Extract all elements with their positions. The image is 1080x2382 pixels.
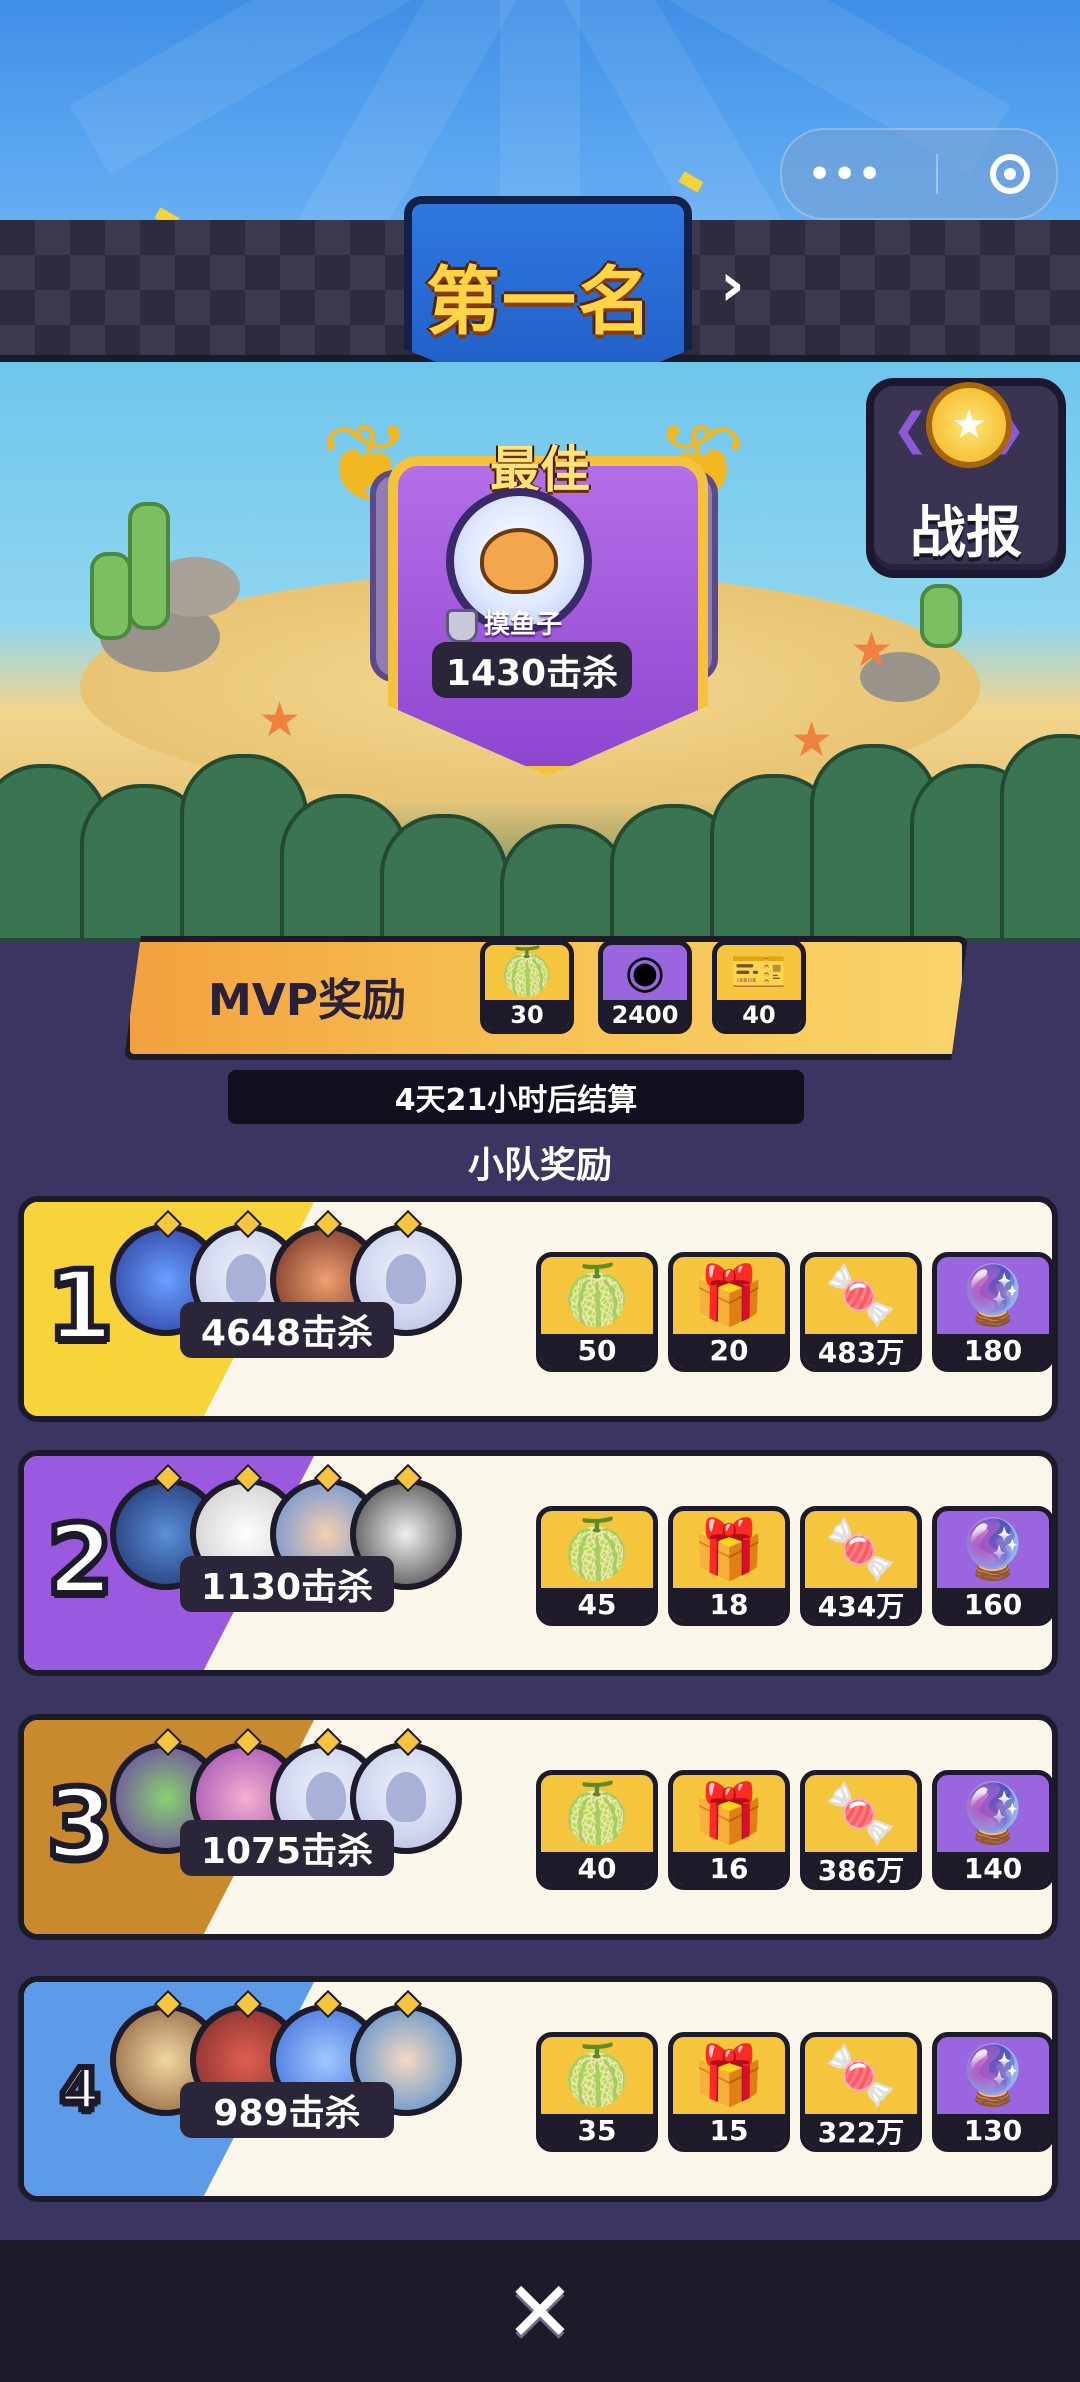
reward-count: 45 [541,1588,653,1621]
cat-capsule-icon: 🔮 [956,2041,1030,2109]
ribbon-tail-icon: › [720,250,745,320]
reward-count: 140 [937,1852,1049,1885]
gold-candy-icon: 🍬 [824,1515,898,1583]
team-reward-item[interactable]: 🍈 45 [536,1506,658,1626]
durian-fruit-icon: 🍈 [560,2041,634,2109]
reward-count: 50 [541,1334,653,1367]
durian-fruit-icon: 🍈 [560,1261,634,1329]
shield-icon [446,608,478,643]
mvp-reward-label: MVP奖励 [208,975,407,1026]
reward-count: 15 [673,2114,785,2147]
team-reward-item[interactable]: 🔮 160 [932,1506,1052,1626]
team-reward-item[interactable]: 🍈 40 [536,1770,658,1890]
settlement-timer: 4天21小时后结算 [228,1070,804,1124]
reward-count: 434万 [805,1588,917,1621]
reward-count: 180 [937,1334,1049,1367]
team-reward-item[interactable]: 🎁 18 [668,1506,790,1626]
gold-candy-icon: 🍬 [824,1779,898,1847]
team-reward-item[interactable]: 🎁 20 [668,1252,790,1372]
capsule-divider [935,154,938,194]
cactus [920,584,962,648]
team-reward-item[interactable]: 🔮 180 [932,1252,1052,1372]
team-reward-item[interactable]: 🔮 130 [932,2032,1052,2152]
team-rank: 4 [57,2055,103,2123]
team-reward-item[interactable]: 🎁 16 [668,1770,790,1890]
reward-count: 35 [541,2114,653,2147]
battle-report-label: 战报 [910,501,1022,566]
team-row-3: 3 1075击杀 🍈 40 🎁 16 🍬 386万 🔮 140 [18,1714,1058,1940]
squad-reward-title: 小队奖励 [467,1145,612,1186]
close-icon[interactable]: ✕ [500,2270,580,2354]
team-reward-item[interactable]: 🔮 140 [932,1770,1052,1890]
starfish-icon: ★ [850,622,894,678]
team-row-2: 2 1130击杀 🍈 45 🎁 18 🍬 434万 🔮 160 [18,1450,1058,1676]
ticket-icon: 🎫 [730,943,788,998]
team-reward-item[interactable]: 🍈 35 [536,2032,658,2152]
reward-count: 386万 [805,1852,917,1885]
mini-program-capsule: ••• [780,128,1058,220]
team-kills: 989击杀 [180,2082,394,2138]
mvp-reward-item[interactable]: 🎫 40 [712,940,806,1034]
durian-fruit-icon: 🍈 [498,943,556,998]
reward-count: 16 [673,1852,785,1885]
mvp-kills: 1430击杀 [432,642,632,698]
team-reward-item[interactable]: 🍬 434万 [800,1506,922,1626]
team-reward-item[interactable]: 🎁 15 [668,2032,790,2152]
star-medal-icon: ★ [926,382,1012,468]
reward-count: 483万 [805,1334,917,1367]
mystery-box-icon: 🎁 [692,2041,766,2109]
team-rank: 1 [44,1250,117,1362]
cat-capsule-icon: 🔮 [956,1515,1030,1583]
mystery-box-icon: 🎁 [692,1261,766,1329]
durian-fruit-icon: 🍈 [560,1515,634,1583]
mvp-reward-item[interactable]: ◉ 2400 [598,940,692,1034]
cactus [90,552,132,640]
mvp-name-text: 摸鱼子 [484,610,563,640]
team-reward-item[interactable]: 🍬 386万 [800,1770,922,1890]
team-rank: 3 [44,1768,117,1880]
cat-capsule-icon: 🔮 [956,1261,1030,1329]
mvp-reward-item[interactable]: 🍈 30 [480,940,574,1034]
team-reward-item[interactable]: 🍬 483万 [800,1252,922,1372]
team-reward-item[interactable]: 🍬 322万 [800,2032,922,2152]
reward-count: 2400 [603,1000,687,1029]
team-row-4: 4 989击杀 🍈 35 🎁 15 🍬 322万 🔮 130 [18,1976,1058,2202]
purple-orbs-icon: ◉ [624,944,666,999]
reward-count: 322万 [805,2114,917,2147]
cactus [128,502,170,630]
mystery-box-icon: 🎁 [692,1779,766,1847]
reward-count: 20 [673,1334,785,1367]
cat-face-icon [480,528,558,594]
team-kills: 1075击杀 [180,1820,394,1876]
exit-target-icon[interactable] [989,154,1030,194]
more-options-icon[interactable]: ••• [808,154,883,195]
reward-count: 160 [937,1588,1049,1621]
team-reward-item[interactable]: 🍈 50 [536,1252,658,1372]
mystery-box-icon: 🎁 [692,1515,766,1583]
reward-count: 130 [937,2114,1049,2147]
team-rank: 2 [44,1504,117,1616]
gold-candy-icon: 🍬 [824,1261,898,1329]
mvp-player-name: 摸鱼子 [446,604,636,643]
gold-candy-icon: 🍬 [824,2041,898,2109]
durian-fruit-icon: 🍈 [560,1779,634,1847]
reward-count: 40 [541,1852,653,1885]
team-kills: 1130击杀 [180,1556,394,1612]
rank-title: 第一名 [426,259,654,345]
cat-capsule-icon: 🔮 [956,1779,1030,1847]
reward-count: 18 [673,1588,785,1621]
team-row-1: 1 4648击杀 🍈 50 🎁 20 🍬 483万 🔮 180 [18,1196,1058,1422]
team-kills: 4648击杀 [180,1302,394,1358]
reward-count: 30 [485,1000,569,1029]
reward-count: 40 [717,1000,801,1029]
